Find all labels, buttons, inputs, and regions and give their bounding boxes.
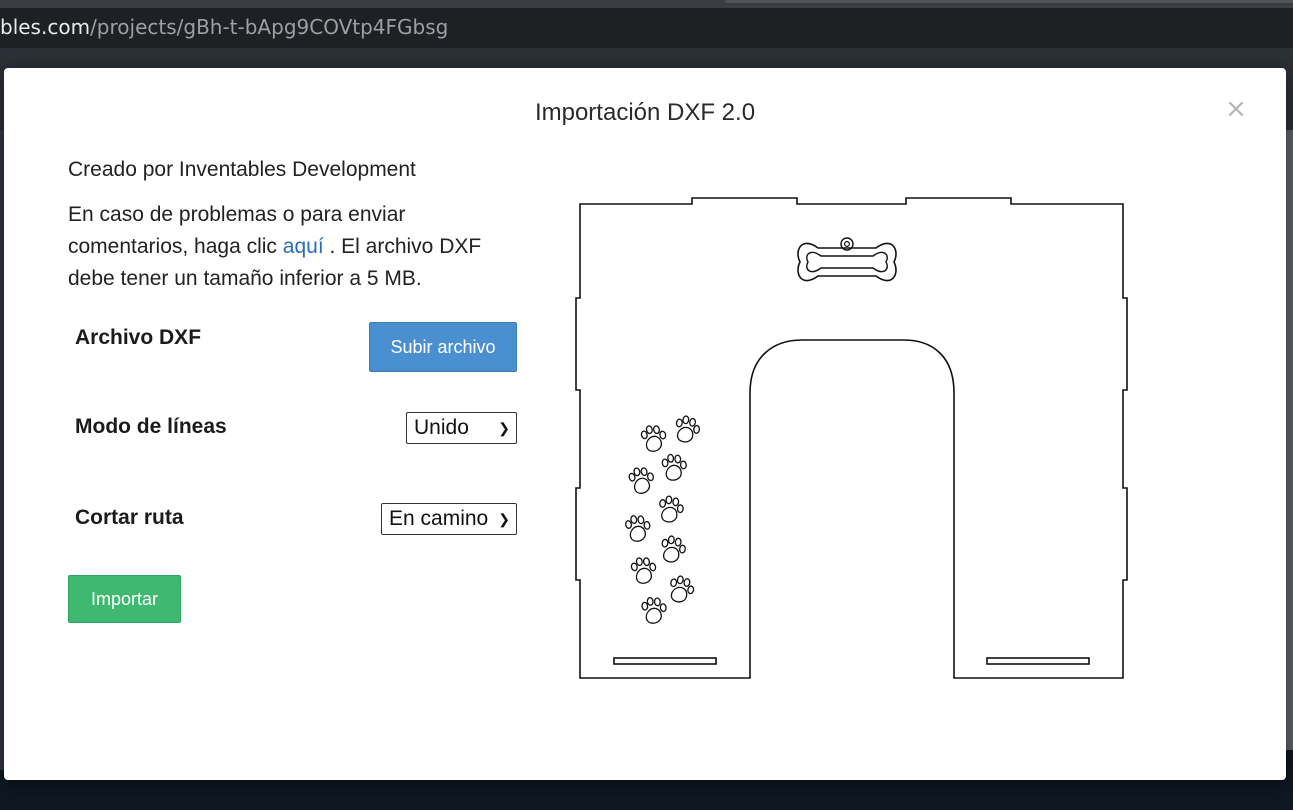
paw-print-icon — [623, 512, 653, 544]
line-mode-value: Unido — [414, 416, 469, 439]
browser-address-bar[interactable]: bles.com/projects/gBh-t-bApg9COVtp4FGbsg — [0, 8, 1293, 49]
close-icon[interactable]: × — [1223, 94, 1249, 124]
file-row: Archivo DXF Subir archivo — [75, 322, 517, 374]
creator-text: Creado por Inventables Development — [68, 158, 416, 181]
paw-print-icon — [639, 422, 670, 454]
cut-path-value: En camino — [389, 507, 489, 530]
chevron-down-icon: ❯ — [498, 511, 510, 527]
browser-tab-divider — [725, 0, 1293, 3]
help-link[interactable]: aquí — [283, 235, 324, 258]
line-mode-select[interactable]: Unido ❯ — [406, 412, 517, 444]
paw-print-icon — [640, 594, 669, 626]
left-slot — [613, 657, 717, 665]
paw-print-icon — [673, 414, 702, 445]
url-host: bles.com — [0, 15, 91, 39]
modal-info: Creado por Inventables Development En ca… — [68, 154, 528, 295]
dxf-preview — [575, 197, 1128, 679]
url-path: /projects/gBh-t-bApg9COVtp4FGbsg — [90, 15, 449, 39]
dxf-import-modal: Importación DXF 2.0 × Creado por Inventa… — [4, 68, 1286, 780]
paw-print-icon — [657, 494, 685, 524]
paw-print-icon — [659, 534, 688, 565]
chevron-down-icon: ❯ — [498, 420, 510, 436]
url-text[interactable]: bles.com/projects/gBh-t-bApg9COVtp4FGbsg — [0, 15, 448, 39]
paw-print-icon — [629, 554, 660, 586]
import-button[interactable]: Importar — [68, 575, 181, 623]
backdrop-right-panel — [1286, 130, 1293, 750]
modal-title: Importación DXF 2.0 — [534, 99, 756, 126]
paw-print-icon — [667, 573, 697, 605]
upload-file-button[interactable]: Subir archivo — [369, 322, 517, 372]
file-label: Archivo DXF — [75, 326, 202, 349]
paw-print-icon — [626, 463, 658, 497]
browser-tab-strip — [0, 0, 1293, 8]
cut-path-label: Cortar ruta — [75, 506, 184, 529]
paw-print-icon — [660, 452, 689, 482]
line-mode-row: Modo de líneas Unido ❯ — [75, 412, 517, 446]
cut-path-select[interactable]: En camino ❯ — [381, 503, 517, 535]
right-slot — [986, 657, 1090, 665]
cut-path-row: Cortar ruta En camino ❯ — [75, 503, 517, 537]
line-mode-label: Modo de líneas — [75, 415, 227, 438]
help-text: En caso de problemas o para enviar comen… — [68, 199, 528, 295]
bone-icon — [797, 237, 897, 282]
